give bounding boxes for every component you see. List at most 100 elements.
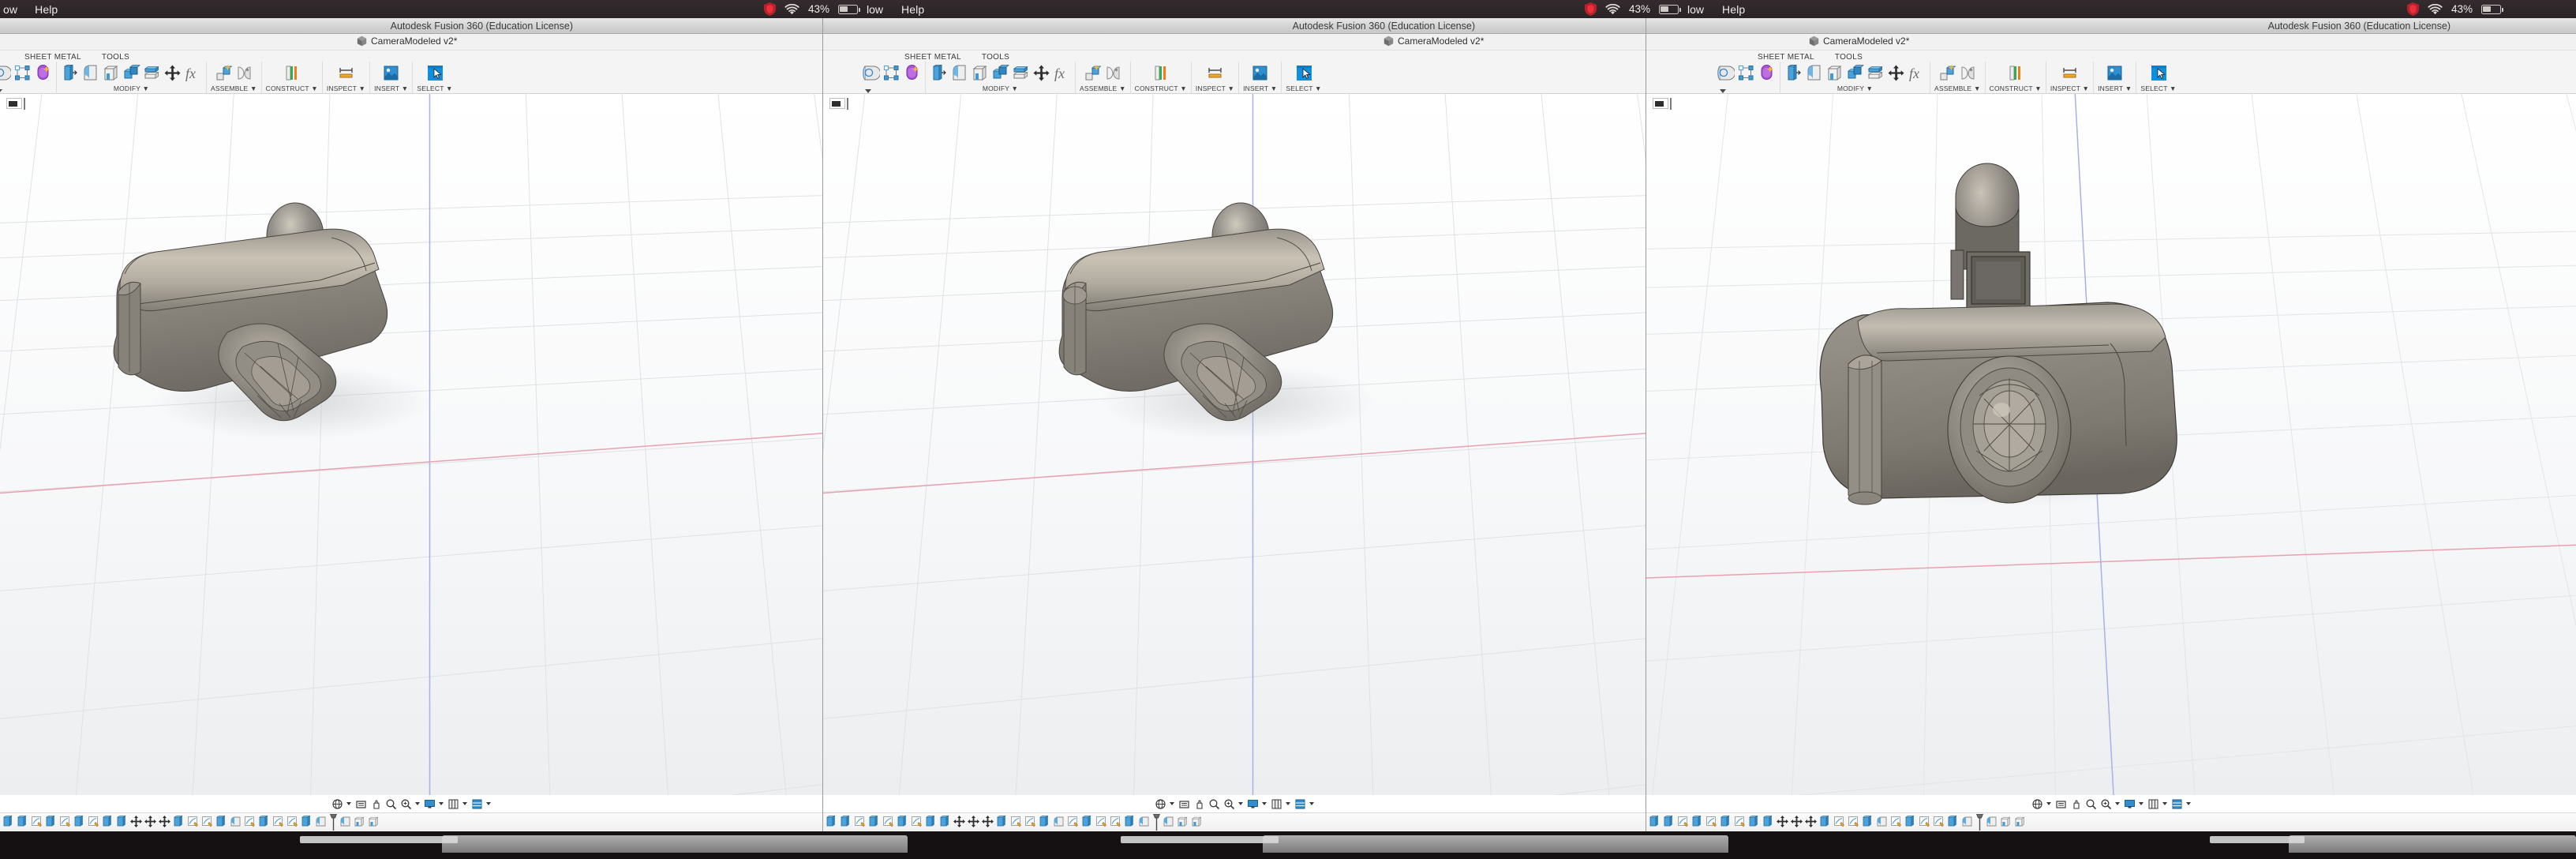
timeline-feature-sketch[interactable] (1024, 815, 1037, 830)
ribbon-group-label-select[interactable]: SELECT ▼ (417, 84, 452, 92)
ribbon-group-label-construct[interactable]: CONSTRUCT ▼ (266, 84, 318, 92)
window-titlebar[interactable]: Autodesk Fusion 360 (Education License) (823, 18, 1646, 34)
timeline-feature-sketch[interactable] (910, 815, 923, 830)
viewport-canvas[interactable] (1646, 94, 2576, 795)
timeline-bar[interactable] (823, 812, 1646, 831)
timeline-feature-extrude[interactable] (1648, 815, 1661, 830)
timeline-feature-extrude[interactable] (215, 815, 228, 830)
timeline-feature-move[interactable] (158, 815, 171, 830)
pattern-icon[interactable] (882, 64, 900, 82)
chevron-down-icon[interactable] (1169, 802, 1174, 805)
offset-plane-icon[interactable] (283, 64, 301, 82)
timeline-feature-extrude[interactable] (2, 815, 15, 830)
fit-icon[interactable] (1223, 798, 1235, 810)
timeline-feature-move[interactable] (967, 815, 980, 830)
ribbon-group-label-modify[interactable]: MODIFY ▼ (1837, 84, 1873, 92)
timeline-feature-extrude[interactable] (867, 815, 881, 830)
menubar-item-help-1[interactable]: Help (901, 3, 924, 16)
chevron-down-icon[interactable] (1237, 802, 1243, 805)
ribbon-group-label-inspect[interactable]: INSPECT ▼ (327, 84, 365, 92)
timeline-feature-extrude[interactable] (839, 815, 852, 830)
revolve-icon[interactable] (0, 64, 12, 82)
timeline-feature-move[interactable] (981, 815, 994, 830)
timeline-feature-sketch[interactable] (30, 815, 43, 830)
window-titlebar[interactable]: Autodesk Fusion 360 (Education License) (0, 18, 822, 34)
timeline-feature-sketch[interactable] (1095, 815, 1108, 830)
timeline-feature-sketch[interactable] (882, 815, 895, 830)
timeline-feature-extrude[interactable] (300, 815, 313, 830)
timeline-feature-sketch[interactable] (271, 815, 285, 830)
ribbon-tab-sheet-metal[interactable]: SHEET METAL (894, 53, 972, 62)
pattern-icon[interactable] (1737, 64, 1755, 82)
menubar-item-help-2[interactable]: Help (1722, 3, 1745, 16)
timeline-feature-move[interactable] (1790, 815, 1803, 830)
timeline-feature-sketch[interactable] (286, 815, 299, 830)
offset-face-icon[interactable] (143, 64, 161, 82)
timeline-feature-sketch[interactable] (87, 815, 100, 830)
timeline-feature-fillet[interactable] (314, 815, 328, 830)
ribbon-tab-tools[interactable]: TOOLS (1825, 53, 1873, 62)
chevron-down-icon[interactable] (346, 802, 351, 805)
joint-icon[interactable] (235, 64, 253, 82)
timeline-feature-extrude[interactable] (44, 815, 58, 830)
document-tab[interactable]: CameraModeled v2* (357, 36, 457, 47)
dock-window-preview-2[interactable] (1263, 835, 1728, 853)
timeline-feature-sketch[interactable] (1847, 815, 1860, 830)
camera-3d-model[interactable] (95, 165, 552, 449)
look-at-icon[interactable] (355, 798, 367, 810)
chevron-down-icon[interactable] (2138, 802, 2144, 805)
browser-panel-icon[interactable] (829, 98, 848, 110)
dock-window-preview-3[interactable] (2289, 835, 2576, 853)
insert-image-icon[interactable] (2106, 64, 2124, 82)
document-tab[interactable]: CameraModeled v2* (1809, 36, 1909, 47)
chevron-down-icon[interactable] (438, 802, 444, 805)
viewports-icon[interactable] (471, 798, 483, 810)
display-settings-icon[interactable] (2124, 798, 2136, 810)
chevron-down-icon[interactable] (1309, 802, 1314, 805)
timeline-feature-shell[interactable] (367, 815, 380, 830)
new-component-icon[interactable] (215, 64, 233, 82)
look-at-icon[interactable] (2055, 798, 2067, 810)
timeline-feature-extrude[interactable] (101, 815, 114, 830)
ribbon-group-label-construct[interactable]: CONSTRUCT ▼ (1135, 84, 1187, 92)
fillet-icon[interactable] (81, 64, 99, 82)
shield-icon[interactable] (764, 2, 776, 16)
timeline-feature-fillet[interactable] (339, 815, 352, 830)
timeline-feature-extrude[interactable] (1123, 815, 1136, 830)
create-form-icon[interactable] (34, 64, 52, 82)
timeline-feature-extrude[interactable] (115, 815, 129, 830)
orbit-icon[interactable] (1155, 798, 1166, 810)
fillet-icon[interactable] (1805, 64, 1823, 82)
ribbon-tab-sheet-metal[interactable]: SHEET METAL (14, 53, 92, 62)
press-pull-icon[interactable] (930, 64, 948, 82)
battery-icon[interactable] (1659, 4, 1681, 14)
menubar-item-window[interactable]: ow (3, 3, 17, 16)
joint-icon[interactable] (1959, 64, 1977, 82)
chevron-down-icon[interactable] (1720, 89, 1726, 93)
move-copy-icon[interactable] (163, 64, 182, 82)
press-pull-icon[interactable] (1784, 64, 1803, 82)
timeline-feature-fillet[interactable] (1137, 815, 1151, 830)
shell-icon[interactable] (1825, 64, 1844, 82)
ribbon-group-label-select[interactable]: SELECT ▼ (1286, 84, 1321, 92)
timeline-feature-extrude[interactable] (172, 815, 185, 830)
timeline-feature-extrude[interactable] (16, 815, 29, 830)
pan-icon[interactable] (370, 798, 382, 810)
timeline-feature-sketch[interactable] (1705, 815, 1718, 830)
chevron-down-icon[interactable] (1261, 802, 1267, 805)
change-parameters-icon[interactable]: fx (1908, 64, 1926, 82)
ribbon-group-label-modify[interactable]: MODIFY ▼ (983, 84, 1018, 92)
chevron-down-icon[interactable] (414, 802, 420, 805)
ribbon-group-label-construct[interactable]: CONSTRUCT ▼ (1990, 84, 2042, 92)
timeline-feature-extrude[interactable] (938, 815, 952, 830)
timeline-feature-extrude[interactable] (1719, 815, 1732, 830)
ribbon-group-label-assemble[interactable]: ASSEMBLE ▼ (211, 84, 257, 92)
ribbon-group-label-assemble[interactable]: ASSEMBLE ▼ (1080, 84, 1126, 92)
measure-icon[interactable] (337, 64, 355, 82)
look-at-icon[interactable] (1178, 798, 1190, 810)
select-cursor-icon[interactable] (426, 64, 444, 82)
ribbon-tab-tools[interactable]: TOOLS (972, 53, 1020, 62)
timeline-feature-sketch[interactable] (243, 815, 256, 830)
timeline-feature-shell[interactable] (1176, 815, 1189, 830)
joint-icon[interactable] (1104, 64, 1122, 82)
